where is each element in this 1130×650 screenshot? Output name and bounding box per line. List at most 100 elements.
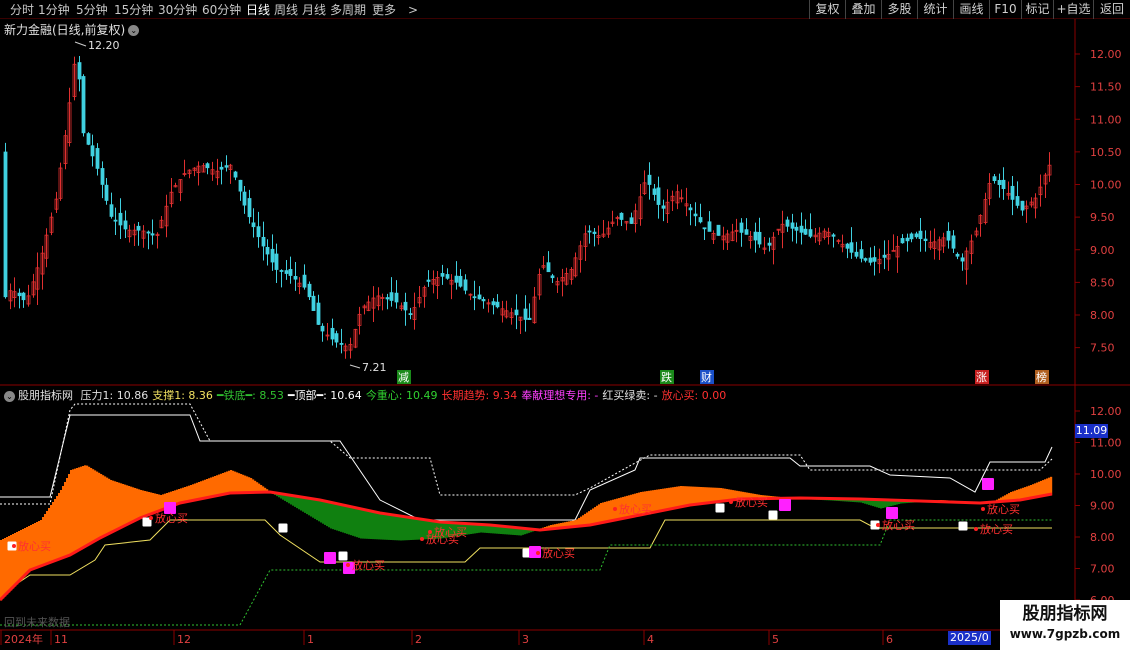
band-segment: [376, 512, 379, 540]
period-tab-7[interactable]: 周线: [274, 2, 298, 18]
candle-body: [656, 187, 661, 205]
candle-body: [385, 297, 390, 300]
band-segment: [304, 497, 307, 513]
band-segment: [354, 507, 357, 537]
band-segment: [398, 515, 401, 541]
band-segment: [652, 490, 655, 514]
band-segment: [250, 478, 253, 493]
candle-body: [86, 133, 91, 145]
toolbar-button-2[interactable]: 多股: [881, 0, 917, 19]
watermark: 股朋指标网 www.7gpzb.com: [1000, 600, 1130, 650]
band-segment: [692, 486, 695, 506]
candle-body: [17, 292, 22, 297]
chevron-down-icon[interactable]: ⌄: [128, 25, 140, 36]
kline-chart[interactable]: 12.00 11.50 11.00 10.50 10.00 9.50 9.00 8.50 8.0…: [0, 19, 1130, 650]
period-tab-3[interactable]: 15分钟: [114, 2, 153, 18]
candle-body: [619, 212, 624, 220]
candle-body: [872, 257, 877, 262]
toolbar-button-5[interactable]: F10: [989, 0, 1021, 19]
band-segment: [68, 474, 71, 557]
current-value-tag: 11.09: [1075, 424, 1108, 438]
chevron-right-icon[interactable]: >: [408, 2, 418, 18]
band-segment: [682, 486, 685, 508]
band-segment: [592, 508, 595, 526]
period-tab-8[interactable]: 月线: [302, 2, 326, 18]
toolbar-button-0[interactable]: 复权: [809, 0, 845, 19]
band-segment: [1048, 477, 1051, 496]
band-segment: [394, 515, 397, 541]
band-segment: [224, 472, 227, 495]
chevron-down-icon[interactable]: ⌄: [4, 390, 15, 402]
toolbar-button-6[interactable]: 标记: [1021, 0, 1053, 19]
buy-signal-label: 放心买: [18, 539, 51, 553]
buy-dot: [149, 516, 153, 520]
candle-body: [951, 235, 956, 249]
band-segment: [98, 472, 101, 540]
toolbar-button-3[interactable]: 统计: [917, 0, 953, 19]
candle-body: [918, 230, 923, 240]
band-segment: [92, 469, 95, 544]
band-segment: [248, 477, 251, 494]
legend-items: 压力1: 10.86 支撑1: 8.36 ━铁底━: 8.53 ━顶部━: 10.64…: [81, 389, 731, 402]
candle-body: [109, 204, 114, 217]
band-segment: [230, 470, 233, 494]
band-segment: [226, 471, 229, 495]
band-segment: [604, 501, 607, 523]
band-segment: [64, 482, 67, 558]
candle-body: [233, 171, 238, 178]
band-segment: [598, 504, 601, 524]
legend-item-7: 红买绿卖: -: [602, 389, 658, 402]
band-segment: [610, 500, 613, 522]
band-segment: [396, 515, 399, 541]
period-tab-2[interactable]: 5分钟: [76, 2, 108, 18]
period-tab-6[interactable]: 日线: [246, 2, 270, 18]
band-segment: [660, 489, 663, 512]
period-tab-4[interactable]: 30分钟: [158, 2, 197, 18]
indicator-legend: ⌄ 股朋指标网 压力1: 10.86 支撑1: 8.36 ━铁底━: 8.53 ━顶部━…: [4, 387, 734, 403]
toolbar-button-1[interactable]: 叠加: [845, 0, 881, 19]
main-axis-label: 11.00: [1090, 113, 1122, 126]
band-segment: [300, 496, 303, 511]
band-segment: [594, 507, 597, 525]
buy-signal-label: 放心买: [980, 522, 1013, 536]
band-segment: [678, 486, 681, 508]
band-segment: [344, 505, 347, 534]
period-tab-0[interactable]: 分时: [10, 2, 34, 18]
date-label: 1: [307, 633, 314, 646]
period-tab-10[interactable]: 更多: [372, 2, 396, 18]
signal-marker: [278, 523, 288, 533]
band-segment: [0, 540, 3, 601]
toolbar-button-7[interactable]: +自选: [1053, 0, 1093, 19]
band-segment: [228, 470, 231, 494]
band-segment: [600, 503, 603, 524]
period-tab-1[interactable]: 1分钟: [38, 2, 70, 18]
band-segment: [96, 471, 99, 541]
band-segment: [72, 469, 75, 555]
candle-body: [491, 301, 496, 306]
band-segment: [360, 508, 363, 539]
buy-dot: [420, 537, 424, 541]
candle-body: [445, 274, 450, 279]
toolbar-button-8[interactable]: 返回: [1093, 0, 1130, 19]
candle-body: [698, 217, 703, 223]
toolbar-button-4[interactable]: 画线: [953, 0, 989, 19]
date-label: 2024年: [4, 632, 43, 646]
stock-title-text: 新力金融(日线,前复权): [4, 23, 126, 37]
period-tab-9[interactable]: 多周期: [330, 2, 366, 18]
band-segment: [662, 488, 665, 512]
band-segment: [326, 501, 329, 527]
candle-body: [458, 275, 463, 287]
band-segment: [104, 476, 107, 537]
band-segment: [350, 506, 353, 536]
candle-body: [256, 226, 261, 238]
band-segment: [328, 501, 331, 528]
band-segment: [340, 504, 343, 532]
period-tab-5[interactable]: 60分钟: [202, 2, 241, 18]
band-segment: [324, 500, 327, 525]
candle-body: [1001, 179, 1006, 189]
signal-marker: [324, 552, 336, 564]
band-segment: [114, 481, 117, 532]
band-segment: [192, 484, 195, 502]
band-segment: [130, 486, 133, 524]
candle-body: [808, 229, 813, 237]
